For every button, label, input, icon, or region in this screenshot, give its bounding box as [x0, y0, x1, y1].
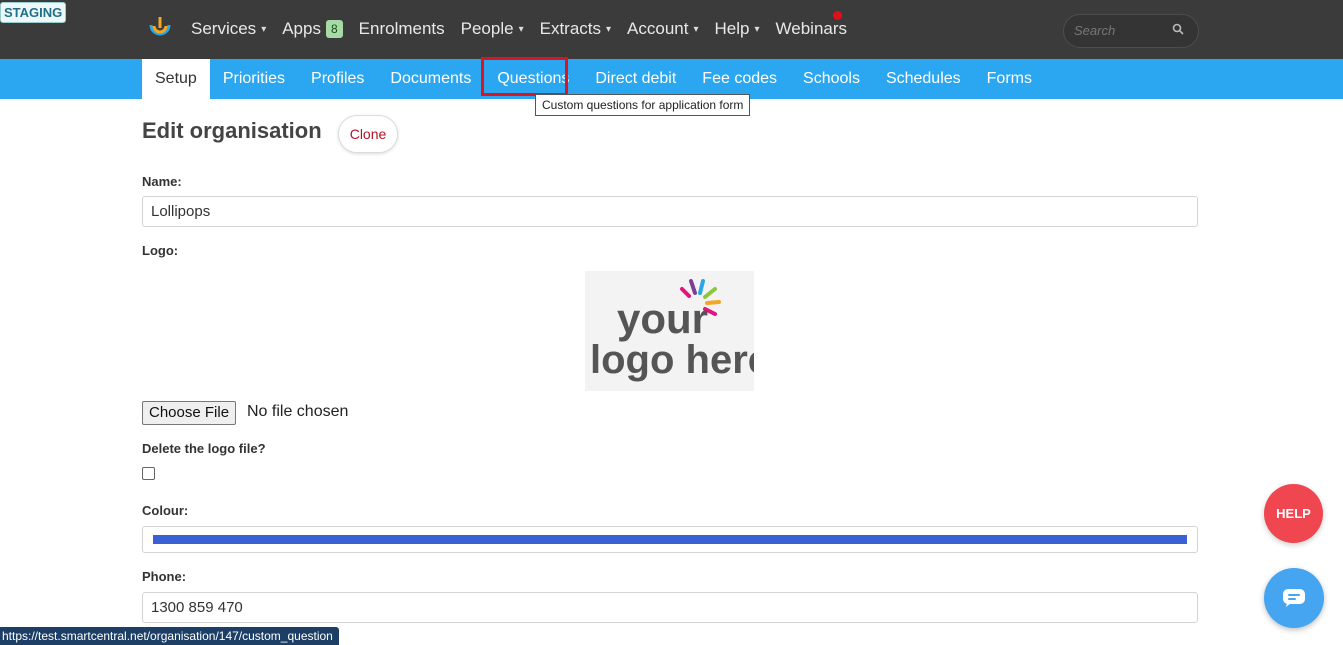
- choose-file-button[interactable]: Choose File: [142, 401, 237, 425]
- brand-logo-icon[interactable]: [148, 16, 172, 40]
- logo-text-bottom: logo here: [590, 338, 754, 382]
- delete-logo-label: Delete the logo file?: [142, 441, 266, 456]
- name-label: Name:: [142, 174, 182, 189]
- page-title: Edit organisation: [142, 118, 322, 143]
- delete-logo-checkbox[interactable]: [142, 467, 155, 480]
- menu-webinars[interactable]: Webinars: [776, 19, 848, 39]
- apps-count-badge: 8: [325, 20, 343, 38]
- tab-documents[interactable]: Documents: [377, 59, 484, 99]
- colour-label: Colour:: [142, 503, 189, 518]
- top-navbar: STAGING Services ▾ Apps 8 Enrolments Peopl…: [0, 0, 1343, 59]
- logo-label: Logo:: [142, 243, 179, 258]
- search-input[interactable]: [1074, 23, 1169, 38]
- menu-extracts[interactable]: Extracts ▾: [540, 19, 611, 39]
- notification-dot: [833, 11, 842, 20]
- name-field[interactable]: Lollipops: [142, 196, 1198, 227]
- phone-field[interactable]: 1300 859 470: [142, 592, 1198, 623]
- chevron-down-icon: ▾: [693, 23, 699, 35]
- menu-apps[interactable]: Apps 8: [282, 19, 343, 39]
- chevron-down-icon: ▾: [754, 23, 760, 35]
- menu-help[interactable]: Help ▾: [715, 19, 760, 39]
- chevron-down-icon: ▾: [518, 23, 524, 35]
- colour-picker-field[interactable]: [142, 526, 1198, 553]
- help-button[interactable]: HELP: [1264, 484, 1323, 543]
- main-menu: Services ▾ Apps 8 Enrolments People ▾ Extra…: [191, 19, 863, 39]
- logo-preview-image: your logo here: [585, 271, 770, 391]
- chat-bubble-icon: [1283, 589, 1305, 607]
- search-box[interactable]: [1063, 14, 1199, 48]
- tab-direct-debit[interactable]: Direct debit: [582, 59, 689, 99]
- menu-services[interactable]: Services ▾: [191, 19, 266, 39]
- tab-schedules[interactable]: Schedules: [873, 59, 974, 99]
- chat-button[interactable]: [1264, 568, 1324, 628]
- menu-enrolments[interactable]: Enrolments: [359, 19, 445, 39]
- menu-account[interactable]: Account ▾: [627, 19, 698, 39]
- chevron-down-icon: ▾: [261, 23, 267, 35]
- clone-button[interactable]: Clone: [338, 115, 398, 153]
- questions-highlight-box: [481, 57, 568, 96]
- phone-label: Phone:: [142, 569, 187, 584]
- tab-profiles[interactable]: Profiles: [298, 59, 377, 99]
- setup-subnav: Setup Priorities Profiles Documents Ques…: [0, 59, 1343, 99]
- search-icon[interactable]: [1172, 23, 1184, 35]
- questions-tooltip: Custom questions for application form: [535, 94, 751, 116]
- tab-schools[interactable]: Schools: [790, 59, 873, 99]
- menu-people[interactable]: People ▾: [461, 19, 524, 39]
- colour-swatch: [153, 535, 1187, 544]
- tab-priorities[interactable]: Priorities: [210, 59, 298, 99]
- logo-text-top: your: [617, 295, 708, 342]
- chevron-down-icon: ▾: [606, 23, 612, 35]
- tab-fee-codes[interactable]: Fee codes: [689, 59, 790, 99]
- status-bar-url: https://test.smartcentral.net/organisati…: [0, 627, 339, 645]
- no-file-text: No file chosen: [247, 403, 349, 420]
- staging-badge: STAGING: [0, 2, 67, 23]
- tab-forms[interactable]: Forms: [974, 59, 1045, 99]
- tab-setup[interactable]: Setup: [142, 59, 210, 99]
